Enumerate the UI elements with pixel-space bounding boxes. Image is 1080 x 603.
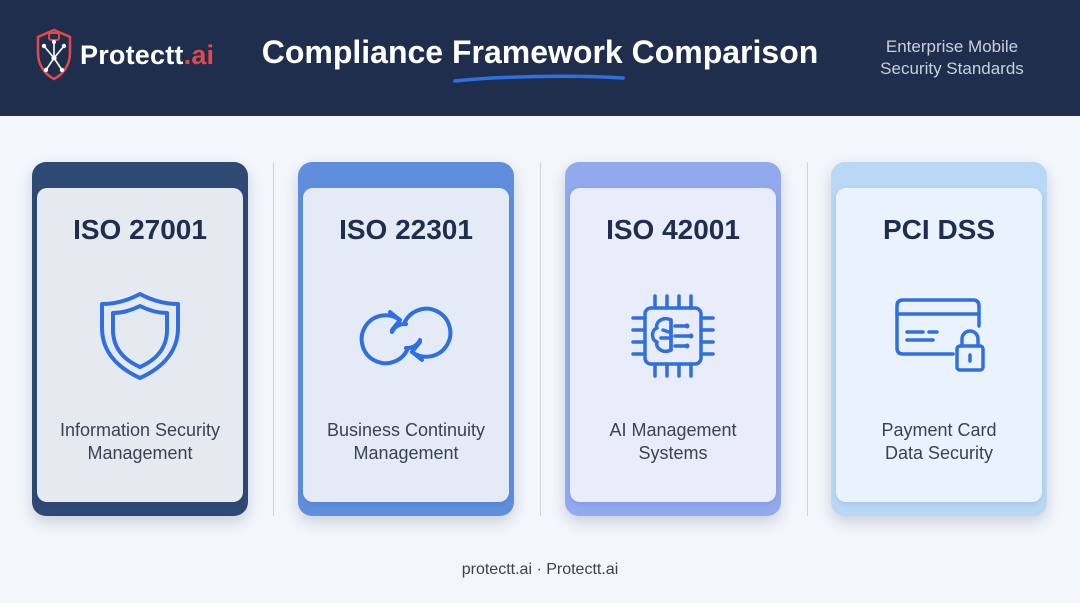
card-title: ISO 22301 xyxy=(339,214,473,245)
footer-text: protectt.ai · Protectt.ai xyxy=(461,561,619,578)
card-description: Payment Card Data Security xyxy=(881,420,997,463)
card-iso-22301[interactable]: ISO 22301 Business Continuity Management xyxy=(298,162,514,516)
continuity-arrows-icon xyxy=(359,306,453,366)
card-description: AI Management Systems xyxy=(609,420,737,463)
tagline-line-1: Enterprise Mobile xyxy=(885,37,1019,56)
card-panel: PCI DSS Payment Card Data Security xyxy=(836,188,1042,502)
card-divider xyxy=(273,162,274,516)
protectt-shield-logo-icon xyxy=(36,28,72,81)
card-panel: ISO 22301 Business Continuity Management xyxy=(303,188,509,502)
brand-name: Protectt.ai xyxy=(80,39,215,70)
card-iso-27001[interactable]: ISO 27001 Information Security Managemen… xyxy=(32,162,248,516)
card-panel: ISO 27001 Information Security Managemen… xyxy=(37,188,243,502)
card-pci-dss[interactable]: PCI DSS Payment Card Data Security xyxy=(831,162,1047,516)
card-panel: ISO 42001 AI Management Systems xyxy=(570,188,776,502)
card-divider xyxy=(540,162,541,516)
brand-logo-link[interactable]: Protectt.ai xyxy=(34,28,214,82)
shield-icon xyxy=(100,292,180,380)
page-title: Compliance Framework Comparison xyxy=(261,34,819,70)
brand-suffix: .ai xyxy=(183,39,215,70)
tagline: Enterprise Mobile Security Standards xyxy=(862,36,1042,80)
card-description: Information Security Management xyxy=(59,420,221,463)
card-iso-42001[interactable]: ISO 42001 AI Management Systems xyxy=(565,162,781,516)
card-title: ISO 42001 xyxy=(606,214,740,245)
tagline-line-2: Security Standards xyxy=(880,59,1024,78)
card-title: ISO 27001 xyxy=(73,214,207,245)
ai-chip-icon xyxy=(631,294,715,378)
header-bar: Protectt.ai Compliance Framework Compari… xyxy=(0,0,1080,116)
payment-card-lock-icon xyxy=(895,298,985,372)
title-underline-decoration xyxy=(453,74,625,83)
card-description: Business Continuity Management xyxy=(326,420,486,463)
card-divider xyxy=(807,162,808,516)
card-title: PCI DSS xyxy=(882,214,996,245)
